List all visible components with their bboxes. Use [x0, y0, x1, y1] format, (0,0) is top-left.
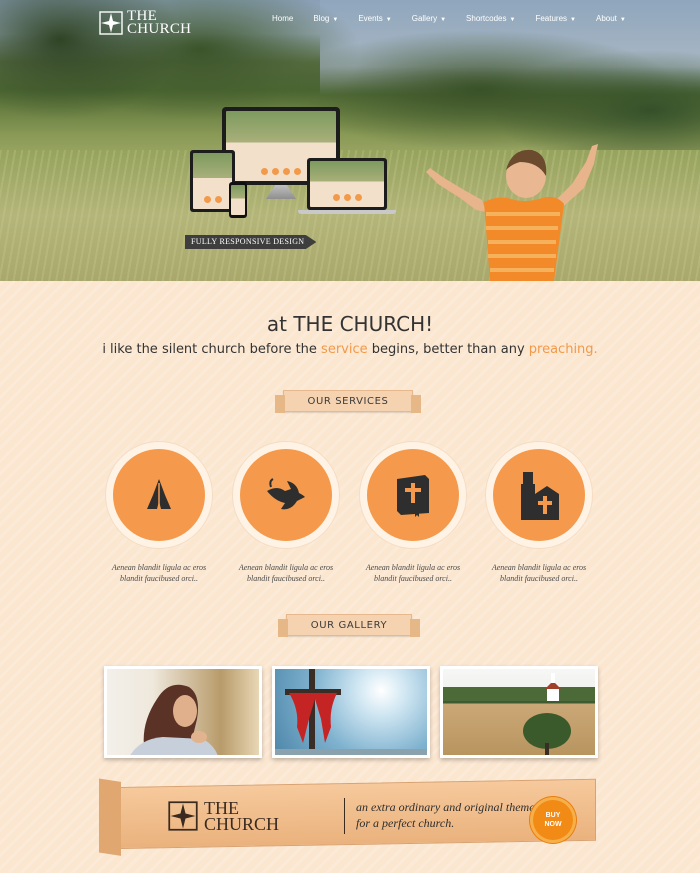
buy-now-button[interactable]: BUY NOW: [533, 800, 573, 840]
services-list: Aenean blandit ligula ac eros blandit fa…: [104, 442, 594, 592]
nav-events[interactable]: Events ▼: [358, 14, 391, 23]
service-desc: Aenean blandit ligula ac eros blandit fa…: [491, 563, 587, 583]
service-circle: [113, 449, 205, 541]
gallery-grid: [104, 666, 598, 758]
service-ring: [233, 442, 339, 548]
chevron-down-icon: ▼: [440, 17, 447, 23]
chevron-down-icon: ▼: [332, 17, 339, 23]
nav-about[interactable]: About ▼: [596, 14, 626, 23]
praying-hands-icon: [147, 479, 171, 509]
nav-gallery-label: Gallery: [411, 14, 438, 23]
boy-image: [426, 144, 598, 281]
nav-blog-label: Blog: [313, 14, 330, 23]
nav-features-label: Features: [535, 14, 568, 23]
nav-events-label: Events: [358, 14, 383, 23]
promo-logo-line2: CHURCH: [204, 814, 280, 834]
nav-gallery[interactable]: Gallery ▼: [412, 14, 446, 23]
service-desc: Aenean blandit ligula ac eros blandit fa…: [238, 563, 334, 583]
main-nav: Home Blog ▼ Events ▼ Gallery ▼ Shortcodes ▼ …: [272, 14, 646, 23]
service-item[interactable]: Aenean blandit ligula ac eros blandit fa…: [104, 442, 214, 584]
service-item[interactable]: Aenean blandit ligula ac eros blandit fa…: [484, 442, 594, 584]
site-logo[interactable]: THE CHURCH: [99, 9, 192, 37]
promo-logo[interactable]: THE CHURCH: [168, 799, 280, 834]
service-ring: [486, 442, 592, 548]
phone-device-image: [229, 182, 247, 218]
buy-now-line2: NOW: [544, 821, 562, 828]
page-subtitle: i like the silent church before the serv…: [0, 342, 700, 357]
gallery-image-cross[interactable]: [272, 666, 430, 758]
cross-logo-icon: [99, 11, 123, 35]
service-circle: [493, 449, 585, 541]
chevron-down-icon: ▼: [509, 17, 516, 23]
subtitle-highlight-preaching[interactable]: preaching.: [529, 342, 598, 357]
nav-features[interactable]: Features ▼: [535, 14, 576, 23]
service-desc: Aenean blandit ligula ac eros blandit fa…: [365, 563, 461, 583]
subtitle-part2: begins, better than any: [367, 342, 529, 357]
chevron-down-icon: ▼: [570, 17, 576, 23]
laptop-base: [298, 210, 396, 214]
gallery-image-praying-woman[interactable]: [104, 666, 262, 758]
cross-image: [275, 669, 427, 755]
nav-home[interactable]: Home: [272, 14, 293, 23]
service-ring: [106, 442, 212, 548]
screen-icons: [310, 194, 384, 201]
cross-logo-icon: [168, 801, 198, 831]
subtitle-part1: i like the silent church before the: [102, 342, 322, 357]
logo-line2: CHURCH: [127, 21, 192, 37]
screen-icons: [193, 196, 232, 203]
logo-text: THE CHURCH: [127, 9, 192, 37]
dove-icon: [267, 478, 305, 510]
promo-text: an extra ordinary and original theme for…: [356, 800, 535, 830]
services-heading: OUR SERVICES: [275, 390, 421, 413]
buy-now-line1: BUY: [545, 812, 561, 819]
praying-woman-image: [130, 684, 218, 755]
chevron-down-icon: ▼: [385, 17, 392, 23]
laptop-screen: [310, 161, 384, 207]
chapel-field-image: [443, 673, 595, 755]
service-desc: Aenean blandit ligula ac eros blandit fa…: [111, 563, 207, 583]
gallery-heading: OUR GALLERY: [278, 614, 420, 637]
responsive-banner: FULLY RESPONSIVE DESIGN: [185, 235, 317, 249]
service-ring: [360, 442, 466, 548]
nav-blog[interactable]: Blog ▼: [313, 14, 338, 23]
nav-shortcodes-label: Shortcodes: [466, 14, 507, 23]
bible-icon: [397, 475, 429, 517]
gallery-image-chapel[interactable]: [440, 666, 598, 758]
service-circle: [367, 449, 459, 541]
tablet-screen: [193, 153, 232, 209]
service-item[interactable]: Aenean blandit ligula ac eros blandit fa…: [358, 442, 468, 584]
promo-logo-text: THE CHURCH: [204, 799, 280, 834]
nav-home-label: Home: [272, 14, 294, 23]
service-circle: [240, 449, 332, 541]
nav-about-label: About: [595, 14, 617, 23]
nav-shortcodes[interactable]: Shortcodes ▼: [466, 14, 515, 23]
chevron-down-icon: ▼: [619, 17, 626, 23]
phone-screen: [231, 185, 245, 215]
subtitle-highlight-service[interactable]: service: [321, 342, 368, 357]
church-icon: [521, 472, 559, 520]
page-title: at THE CHURCH!: [266, 312, 434, 336]
promo-divider: [344, 798, 345, 834]
service-item[interactable]: Aenean blandit ligula ac eros blandit fa…: [231, 442, 341, 584]
laptop-device-image: [307, 158, 387, 210]
